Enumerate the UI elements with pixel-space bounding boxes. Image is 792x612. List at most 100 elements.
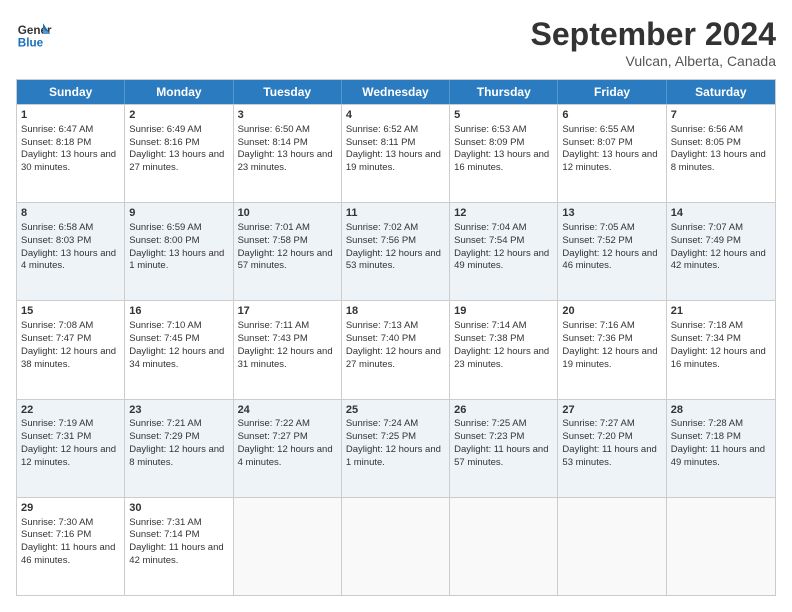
- cell-3: 3 Sunrise: 6:50 AM Sunset: 8:14 PM Dayli…: [234, 105, 342, 202]
- day-number: 18: [346, 304, 445, 319]
- day-number: 12: [454, 206, 553, 221]
- cell-empty-1: [234, 498, 342, 595]
- day-number: 1: [21, 108, 120, 123]
- cell-8: 8 Sunrise: 6:58 AM Sunset: 8:03 PM Dayli…: [17, 203, 125, 300]
- daylight-text: Daylight: 12 hours and 8 minutes.: [129, 444, 228, 470]
- day-number: 8: [21, 206, 120, 221]
- week-row-2: 8 Sunrise: 6:58 AM Sunset: 8:03 PM Dayli…: [17, 202, 775, 300]
- cell-empty-3: [450, 498, 558, 595]
- day-number: 28: [671, 403, 771, 418]
- sunrise-text: Sunrise: 7:21 AM: [129, 418, 228, 431]
- week-row-5: 29 Sunrise: 7:30 AM Sunset: 7:16 PM Dayl…: [17, 497, 775, 595]
- sunset-text: Sunset: 8:05 PM: [671, 137, 771, 150]
- cell-10: 10 Sunrise: 7:01 AM Sunset: 7:58 PM Dayl…: [234, 203, 342, 300]
- daylight-text: Daylight: 11 hours and 53 minutes.: [562, 444, 661, 470]
- cell-25: 25 Sunrise: 7:24 AM Sunset: 7:25 PM Dayl…: [342, 400, 450, 497]
- sunrise-text: Sunrise: 7:01 AM: [238, 222, 337, 235]
- daylight-text: Daylight: 13 hours and 4 minutes.: [21, 248, 120, 274]
- day-number: 15: [21, 304, 120, 319]
- sunrise-text: Sunrise: 7:22 AM: [238, 418, 337, 431]
- daylight-text: Daylight: 12 hours and 46 minutes.: [562, 248, 661, 274]
- sunrise-text: Sunrise: 7:04 AM: [454, 222, 553, 235]
- sunset-text: Sunset: 7:16 PM: [21, 529, 120, 542]
- daylight-text: Daylight: 12 hours and 42 minutes.: [671, 248, 771, 274]
- sunset-text: Sunset: 7:54 PM: [454, 235, 553, 248]
- day-number: 7: [671, 108, 771, 123]
- sunset-text: Sunset: 7:45 PM: [129, 333, 228, 346]
- daylight-text: Daylight: 13 hours and 8 minutes.: [671, 149, 771, 175]
- day-number: 25: [346, 403, 445, 418]
- daylight-text: Daylight: 12 hours and 57 minutes.: [238, 248, 337, 274]
- title-area: September 2024 Vulcan, Alberta, Canada: [531, 16, 776, 69]
- cell-21: 21 Sunrise: 7:18 AM Sunset: 7:34 PM Dayl…: [667, 301, 775, 398]
- cell-14: 14 Sunrise: 7:07 AM Sunset: 7:49 PM Dayl…: [667, 203, 775, 300]
- sunset-text: Sunset: 7:31 PM: [21, 431, 120, 444]
- daylight-text: Daylight: 11 hours and 46 minutes.: [21, 542, 120, 568]
- sunset-text: Sunset: 7:18 PM: [671, 431, 771, 444]
- daylight-text: Daylight: 12 hours and 53 minutes.: [346, 248, 445, 274]
- sunset-text: Sunset: 8:03 PM: [21, 235, 120, 248]
- cell-20: 20 Sunrise: 7:16 AM Sunset: 7:36 PM Dayl…: [558, 301, 666, 398]
- sunset-text: Sunset: 7:47 PM: [21, 333, 120, 346]
- cell-12: 12 Sunrise: 7:04 AM Sunset: 7:54 PM Dayl…: [450, 203, 558, 300]
- cell-11: 11 Sunrise: 7:02 AM Sunset: 7:56 PM Dayl…: [342, 203, 450, 300]
- day-number: 4: [346, 108, 445, 123]
- cell-19: 19 Sunrise: 7:14 AM Sunset: 7:38 PM Dayl…: [450, 301, 558, 398]
- daylight-text: Daylight: 11 hours and 49 minutes.: [671, 444, 771, 470]
- daylight-text: Daylight: 12 hours and 34 minutes.: [129, 346, 228, 372]
- day-number: 21: [671, 304, 771, 319]
- dow-tuesday: Tuesday: [234, 80, 342, 104]
- sunset-text: Sunset: 8:14 PM: [238, 137, 337, 150]
- day-number: 9: [129, 206, 228, 221]
- sunrise-text: Sunrise: 7:05 AM: [562, 222, 661, 235]
- sunrise-text: Sunrise: 7:16 AM: [562, 320, 661, 333]
- dow-friday: Friday: [558, 80, 666, 104]
- dow-thursday: Thursday: [450, 80, 558, 104]
- cell-2: 2 Sunrise: 6:49 AM Sunset: 8:16 PM Dayli…: [125, 105, 233, 202]
- sunrise-text: Sunrise: 7:31 AM: [129, 517, 228, 530]
- cell-29: 29 Sunrise: 7:30 AM Sunset: 7:16 PM Dayl…: [17, 498, 125, 595]
- sunrise-text: Sunrise: 7:30 AM: [21, 517, 120, 530]
- sunrise-text: Sunrise: 7:14 AM: [454, 320, 553, 333]
- cell-empty-5: [667, 498, 775, 595]
- daylight-text: Daylight: 12 hours and 49 minutes.: [454, 248, 553, 274]
- sunset-text: Sunset: 8:07 PM: [562, 137, 661, 150]
- sunset-text: Sunset: 7:38 PM: [454, 333, 553, 346]
- cell-22: 22 Sunrise: 7:19 AM Sunset: 7:31 PM Dayl…: [17, 400, 125, 497]
- dow-saturday: Saturday: [667, 80, 775, 104]
- sunset-text: Sunset: 8:18 PM: [21, 137, 120, 150]
- sunset-text: Sunset: 7:29 PM: [129, 431, 228, 444]
- daylight-text: Daylight: 12 hours and 12 minutes.: [21, 444, 120, 470]
- sunset-text: Sunset: 7:49 PM: [671, 235, 771, 248]
- calendar: Sunday Monday Tuesday Wednesday Thursday…: [16, 79, 776, 596]
- sunrise-text: Sunrise: 6:55 AM: [562, 124, 661, 137]
- cell-28: 28 Sunrise: 7:28 AM Sunset: 7:18 PM Dayl…: [667, 400, 775, 497]
- logo: General Blue: [16, 16, 52, 52]
- sunrise-text: Sunrise: 7:18 AM: [671, 320, 771, 333]
- sunset-text: Sunset: 8:09 PM: [454, 137, 553, 150]
- daylight-text: Daylight: 12 hours and 4 minutes.: [238, 444, 337, 470]
- dow-sunday: Sunday: [17, 80, 125, 104]
- sunrise-text: Sunrise: 7:10 AM: [129, 320, 228, 333]
- day-number: 13: [562, 206, 661, 221]
- day-number: 2: [129, 108, 228, 123]
- daylight-text: Daylight: 12 hours and 31 minutes.: [238, 346, 337, 372]
- daylight-text: Daylight: 12 hours and 1 minute.: [346, 444, 445, 470]
- sunrise-text: Sunrise: 7:07 AM: [671, 222, 771, 235]
- sunset-text: Sunset: 7:58 PM: [238, 235, 337, 248]
- daylight-text: Daylight: 12 hours and 38 minutes.: [21, 346, 120, 372]
- daylight-text: Daylight: 12 hours and 19 minutes.: [562, 346, 661, 372]
- sunset-text: Sunset: 8:11 PM: [346, 137, 445, 150]
- daylight-text: Daylight: 11 hours and 42 minutes.: [129, 542, 228, 568]
- cell-9: 9 Sunrise: 6:59 AM Sunset: 8:00 PM Dayli…: [125, 203, 233, 300]
- dow-wednesday: Wednesday: [342, 80, 450, 104]
- day-number: 14: [671, 206, 771, 221]
- day-number: 16: [129, 304, 228, 319]
- sunrise-text: Sunrise: 7:08 AM: [21, 320, 120, 333]
- daylight-text: Daylight: 13 hours and 16 minutes.: [454, 149, 553, 175]
- day-number: 27: [562, 403, 661, 418]
- sunrise-text: Sunrise: 7:11 AM: [238, 320, 337, 333]
- week-row-4: 22 Sunrise: 7:19 AM Sunset: 7:31 PM Dayl…: [17, 399, 775, 497]
- cell-4: 4 Sunrise: 6:52 AM Sunset: 8:11 PM Dayli…: [342, 105, 450, 202]
- day-number: 26: [454, 403, 553, 418]
